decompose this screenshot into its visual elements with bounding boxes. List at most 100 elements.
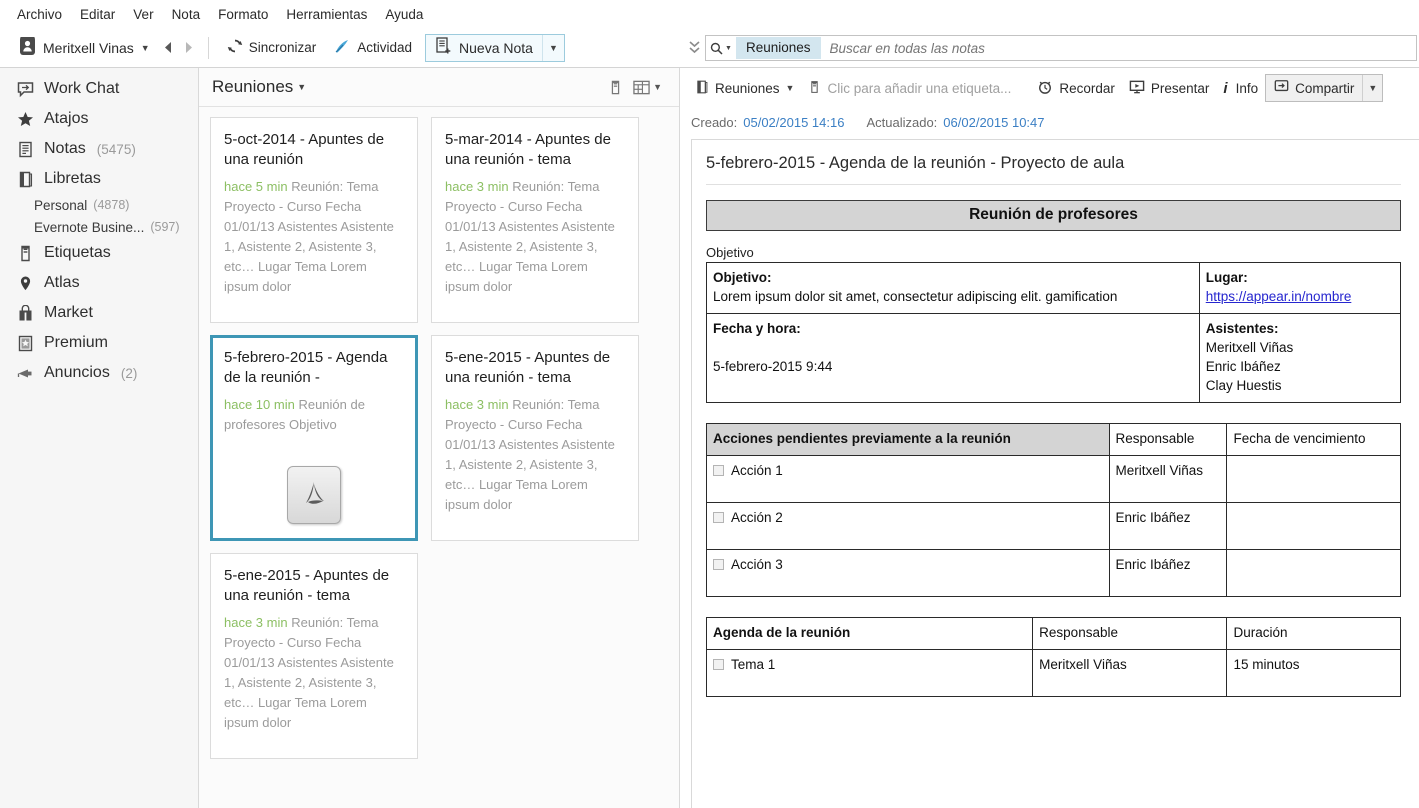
note-card-preview: Reunión: Tema Proyecto - Curso Fecha 01/…: [445, 179, 615, 294]
action-cell[interactable]: Acción 2: [706, 502, 1110, 550]
search-icon[interactable]: ▼: [706, 42, 736, 55]
user-avatar-icon: [19, 32, 36, 59]
sidebar-label: Atlas: [44, 274, 80, 291]
menu-item-ayuda[interactable]: Ayuda: [376, 4, 432, 25]
menu-item-nota[interactable]: Nota: [163, 4, 210, 25]
forward-button[interactable]: [179, 37, 199, 59]
app-body: Work Chat Atajos Notas (5475) Libretas P…: [0, 68, 1419, 808]
objective-text: Lorem ipsum dolor sit amet, consectetur …: [713, 289, 1118, 304]
table-header-row: Agenda de la reunión Responsable Duració…: [705, 617, 1401, 650]
note-card[interactable]: 5-mar-2014 - Apuntes de una reunión - te…: [431, 117, 639, 323]
account-button[interactable]: Meritxell Vinas ▼: [10, 32, 159, 64]
menu-item-herramientas[interactable]: Herramientas: [277, 4, 376, 25]
sidebar-item-libretas[interactable]: Libretas: [0, 164, 198, 194]
present-button[interactable]: Presentar: [1122, 75, 1217, 102]
sidebar-item-anuncios[interactable]: Anuncios (2): [0, 358, 198, 388]
back-button[interactable]: [159, 37, 179, 59]
sidebar-item-market[interactable]: Market: [0, 298, 198, 328]
created-value[interactable]: 05/02/2015 14:16: [743, 115, 844, 130]
table-row: Acción 1 Meritxell Viñas: [706, 455, 1401, 503]
updated-value[interactable]: 06/02/2015 10:47: [943, 115, 1044, 130]
due-date-cell[interactable]: [1226, 502, 1401, 550]
activity-label: Actividad: [357, 40, 413, 55]
meeting-info-table: Objetivo: Lorem ipsum dolor sit amet, co…: [706, 262, 1402, 403]
share-button[interactable]: Compartir ▼: [1265, 74, 1384, 102]
chevron-down-icon: ▼: [785, 83, 795, 93]
place-link[interactable]: https://appear.in/nombre: [1206, 289, 1352, 304]
search-scope-chip[interactable]: Reuniones: [736, 37, 821, 59]
menu-item-archivo[interactable]: Archivo: [8, 4, 71, 25]
sidebar-item-premium[interactable]: Premium: [0, 328, 198, 358]
sidebar-notebook-personal[interactable]: Personal (4878): [0, 194, 198, 216]
responsable-cell[interactable]: Enric Ibáñez: [1108, 549, 1228, 597]
note-card-selected[interactable]: 5-febrero-2015 - Agenda de la reunión - …: [210, 335, 418, 541]
due-date-cell[interactable]: [1226, 455, 1401, 503]
table-row: Acción 2 Enric Ibáñez: [706, 502, 1401, 550]
note-tag-button[interactable]: Clic para añadir una etiqueta...: [801, 75, 1018, 102]
menu-item-editar[interactable]: Editar: [71, 4, 124, 25]
new-note-button[interactable]: Nueva Nota ▼: [425, 33, 565, 62]
search-input[interactable]: [820, 40, 1416, 56]
attendees-cell[interactable]: Asistentes: Meritxell Viñas Enric Ibáñez…: [1198, 313, 1402, 403]
sidebar-item-work-chat[interactable]: Work Chat: [0, 74, 198, 104]
note-card-snippet: hace 10 min Reunión de profesores Objeti…: [224, 395, 404, 435]
search-bar[interactable]: ▼ Reuniones: [705, 35, 1417, 61]
info-button[interactable]: i Info: [1216, 76, 1265, 101]
map-pin-icon: [16, 274, 35, 293]
pending-actions-table: Acciones pendientes previamente a la reu…: [706, 423, 1401, 597]
datetime-cell[interactable]: Fecha y hora: 5-febrero-2015 9:44: [706, 313, 1200, 403]
note-card[interactable]: 5-oct-2014 - Apuntes de una reunión hace…: [210, 117, 418, 323]
checkbox-icon[interactable]: [713, 559, 724, 570]
note-list-title-button[interactable]: Reuniones ▼: [212, 77, 306, 97]
responsable-cell[interactable]: Meritxell Viñas: [1032, 649, 1228, 697]
info-icon: i: [1223, 79, 1228, 97]
sync-button[interactable]: Sincronizar: [218, 33, 326, 62]
remind-button[interactable]: Recordar: [1030, 75, 1122, 102]
sidebar-notebook-evernote-business[interactable]: Evernote Busine... (597): [0, 216, 198, 238]
note-card-snippet: hace 3 min Reunión: Tema Proyecto - Curs…: [445, 395, 625, 515]
responsable-cell[interactable]: Enric Ibáñez: [1108, 502, 1228, 550]
sidebar-item-etiquetas[interactable]: Etiquetas: [0, 238, 198, 268]
duration-cell[interactable]: 15 minutos: [1226, 649, 1401, 697]
share-dropdown[interactable]: ▼: [1362, 75, 1382, 101]
checkbox-icon[interactable]: [713, 465, 724, 476]
note-content[interactable]: 5-febrero-2015 - Agenda de la reunión - …: [692, 140, 1419, 697]
new-note-dropdown[interactable]: ▼: [541, 34, 564, 61]
note-card[interactable]: 5-ene-2015 - Apuntes de una reunión - te…: [431, 335, 639, 541]
action-cell[interactable]: Acción 3: [706, 549, 1110, 597]
view-mode-icon[interactable]: ▼: [628, 80, 667, 95]
agenda-item-cell[interactable]: Tema 1: [705, 649, 1034, 697]
checkbox-icon[interactable]: [713, 512, 724, 523]
menu-item-ver[interactable]: Ver: [124, 4, 162, 25]
menu-item-formato[interactable]: Formato: [209, 4, 277, 25]
main-toolbar: Meritxell Vinas ▼ Sincronizar Actividad: [0, 28, 1419, 68]
note-content-scroll[interactable]: 5-febrero-2015 - Agenda de la reunión - …: [691, 139, 1419, 808]
responsable-cell[interactable]: Meritxell Viñas: [1108, 455, 1228, 503]
place-cell[interactable]: Lugar: https://appear.in/nombre: [1198, 262, 1402, 314]
tag-icon: [16, 244, 35, 263]
objective-cell[interactable]: Objetivo: Lorem ipsum dolor sit amet, co…: [706, 262, 1200, 314]
checkbox-icon[interactable]: [713, 659, 724, 670]
note-card[interactable]: 5-ene-2015 - Apuntes de una reunión - te…: [210, 553, 418, 759]
notebook-label: Personal: [34, 197, 88, 213]
sidebar-item-atajos[interactable]: Atajos: [0, 104, 198, 134]
sidebar-item-atlas[interactable]: Atlas: [0, 268, 198, 298]
attendees-label: Asistentes:: [1205, 321, 1279, 336]
sidebar-label: Anuncios: [44, 364, 110, 381]
chevron-down-icon: ▼: [1368, 83, 1378, 93]
table-row: Objetivo: Lorem ipsum dolor sit amet, co…: [706, 262, 1402, 314]
note-card-title: 5-mar-2014 - Apuntes de una reunión - te…: [445, 131, 611, 168]
sidebar-item-notas[interactable]: Notas (5475): [0, 134, 198, 164]
note-document-title[interactable]: 5-febrero-2015 - Agenda de la reunión - …: [706, 154, 1401, 185]
tag-filter-icon[interactable]: [603, 79, 628, 96]
due-date-cell[interactable]: [1226, 549, 1401, 597]
action-cell[interactable]: Acción 1: [706, 455, 1110, 503]
note-cards-grid: 5-oct-2014 - Apuntes de una reunión hace…: [199, 107, 679, 808]
attachment-thumbnail[interactable]: [213, 466, 415, 524]
column-header-action: Acciones pendientes previamente a la reu…: [706, 423, 1110, 456]
toolbar-divider-1: [207, 36, 209, 59]
datetime-label: Fecha y hora:: [713, 321, 801, 336]
note-notebook-button[interactable]: Reuniones ▼: [688, 75, 801, 102]
activity-button[interactable]: Actividad: [325, 33, 421, 63]
expand-chevrons-icon[interactable]: [683, 40, 705, 57]
